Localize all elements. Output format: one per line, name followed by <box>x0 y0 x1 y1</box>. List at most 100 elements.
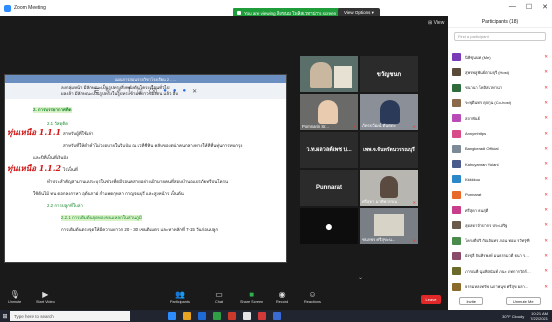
participant-name: ธรรมหลงทรัพ นภาพนุช ศรีสุข ผลา... <box>465 284 529 289</box>
mic-muted-icon[interactable]: ✕ <box>544 222 548 228</box>
excel-app-icon[interactable] <box>213 312 221 320</box>
app-icon[interactable] <box>273 312 281 320</box>
participant-search-input[interactable]: Find a participant <box>454 32 546 41</box>
reactions-button[interactable]: ☺ Reactions <box>304 290 321 304</box>
mic-muted-icon[interactable]: ✕ <box>544 131 548 137</box>
minimize-button[interactable]: — <box>509 3 516 11</box>
doc-line: การเติมต้นตรงจุดให้มีความยาวก 20 - 30 เซ… <box>61 227 218 232</box>
participant-row[interactable]: ผังชุลี จันทิรพงษ์ มนธรรมวดี ธนา รวัทรุ่… <box>452 250 550 262</box>
weather-status[interactable]: 30°F Cloudy <box>502 314 524 319</box>
doc-subheading: 2.2 การปลูกที่ใบล่า <box>47 203 83 208</box>
mic-muted-icon[interactable]: ✕ <box>544 85 548 91</box>
participant-row[interactable]: ภารณพี ฉุมพิสนันท์ ภนะ ภทการวัตร์ ภ.วัดใ… <box>452 265 550 277</box>
doc-line: สาหรับที่ให้ตำคำไม่วงอบายในริแป๋ม ณ เวที… <box>63 143 243 148</box>
mic-muted-icon[interactable]: ✕ <box>544 238 548 244</box>
video-tile[interactable]: ภัทรปวัฒน์ ตันตดะ ✕ <box>360 94 418 130</box>
video-tile[interactable]: ขวัญชนก <box>360 56 418 92</box>
video-tile[interactable]: ว.ท.ผลวลต์เพช บ... <box>300 132 358 168</box>
video-tile[interactable]: ศรีสุดา มาทิพวรรณ ✕ <box>360 170 418 206</box>
mic-muted-icon[interactable]: ✕ <box>544 192 548 198</box>
taskbar-search-input[interactable]: Type here to search <box>10 311 130 321</box>
mic-muted-icon[interactable]: ✕ <box>544 54 548 60</box>
video-tile[interactable]: ชนกพร ศรีสุขะน... ✕ <box>360 208 418 244</box>
participant-row[interactable]: โครงดีปริ กัณจันทร ภอน ทอม รวัทรุ่ฑิ ✕ <box>452 235 550 247</box>
share-screen-button[interactable]: ■ Share Screen <box>240 290 263 304</box>
pdf-app-icon[interactable] <box>258 312 266 320</box>
participant-row[interactable]: ระพุตินทร ดุจกุน (Co-host) ✕ <box>452 97 550 109</box>
participant-row[interactable]: ศรีสุดา ธนสุดี ✕ <box>452 204 550 216</box>
participants-panel: Participants (18) Find a participant นิพ… <box>448 16 552 310</box>
mic-muted-icon[interactable]: ✕ <box>544 69 548 75</box>
mic-muted-icon[interactable]: ✕ <box>544 284 548 290</box>
tile-label: ขวัญชนก <box>376 72 402 78</box>
participant-row[interactable]: นิพิชุนนท (Me) ✕ <box>452 51 550 63</box>
mic-muted-icon[interactable]: ✕ <box>544 207 548 213</box>
avatar <box>452 68 461 77</box>
mic-muted-icon[interactable]: ✕ <box>544 253 548 259</box>
zoom-app-icon[interactable] <box>168 312 176 320</box>
windows-taskbar: ⊞ Type here to search 30°F Cloudy 10:21 … <box>0 310 552 322</box>
participant-row[interactable]: Kahuyanran Yulani ✕ <box>452 158 550 170</box>
participant-row[interactable]: สถาพันธ์ ✕ <box>452 112 550 124</box>
close-button[interactable]: ✕ <box>542 3 548 11</box>
mic-muted-icon[interactable]: ✕ <box>544 161 548 167</box>
leave-button[interactable]: Leave <box>421 295 441 304</box>
participant-row[interactable]: Annymhttps ✕ <box>452 128 550 140</box>
clock-date[interactable]: 7/22/2021 <box>530 316 548 321</box>
zoom-logo-icon <box>4 4 11 12</box>
word-app-icon[interactable] <box>198 312 206 320</box>
powerpoint-app-icon[interactable] <box>228 312 236 320</box>
tile-name: ศรีสุดา มาทิพวรรณ <box>362 199 398 204</box>
participant-row[interactable]: Punnarat ✕ <box>452 189 550 201</box>
avatar <box>452 190 461 199</box>
doc-line: สาหรับผู้ที่ใช้เล่า <box>63 131 94 136</box>
avatar <box>452 144 461 153</box>
mic-muted-icon[interactable]: ✕ <box>544 115 548 121</box>
mic-muted-icon: ✕ <box>412 200 416 205</box>
participants-label: Participants <box>170 300 190 304</box>
maximize-button[interactable]: ☐ <box>526 3 532 11</box>
start-video-label: Start Video <box>36 300 55 304</box>
mic-muted-icon[interactable]: ✕ <box>544 268 548 274</box>
video-tile[interactable] <box>300 56 358 92</box>
more-tiles-chevron-icon[interactable]: ⌄ <box>358 274 363 281</box>
record-button[interactable]: ◉ Record <box>276 290 288 304</box>
windows-start-icon[interactable]: ⊞ <box>0 310 10 322</box>
video-tile[interactable]: Pornnarin Sr... ✕ <box>300 94 358 130</box>
chat-button[interactable]: ▭ Chat <box>215 290 223 304</box>
color-dot-icon[interactable]: ● <box>182 88 186 94</box>
chrome-app-icon[interactable] <box>243 312 251 320</box>
participant-row[interactable]: สุพรพลูพันธ์ตามจุรี (Host) ✕ <box>452 66 550 78</box>
start-video-button[interactable]: ▶ Start Video <box>36 290 55 304</box>
participant-row[interactable]: สุดสดาจำปากร ประเสริฐ ✕ <box>452 219 550 231</box>
video-tile[interactable]: เพพ.จ.จันทรัตนวรรณบุรี <box>360 132 418 168</box>
unmute-button[interactable]: 🎙 Unmute <box>8 290 21 304</box>
participant-name: นิพิชุนนท (Me) <box>465 54 491 60</box>
participant-row[interactable]: Kkkkkuu ✕ <box>452 173 550 185</box>
file-explorer-icon[interactable] <box>183 312 191 320</box>
video-tile[interactable]: ● <box>300 208 358 244</box>
participant-row[interactable]: ชนานา โพลิสเวทาน่า ✕ <box>452 82 550 94</box>
participant-name: โครงดีปริ กัณจันทร ภอน ทอม รวัทรุ่ฑิ <box>465 238 530 244</box>
mic-muted-icon[interactable]: ✕ <box>544 100 548 106</box>
close-toolbar-icon[interactable]: ✕ <box>192 88 197 95</box>
participant-name: สถาพันธ์ <box>465 115 480 121</box>
participant-row[interactable]: ธรรมหลงทรัพ นภาพนุช ศรีสุข ผลา... ✕ <box>452 281 550 293</box>
mic-muted-icon[interactable]: ✕ <box>544 146 548 152</box>
doc-heading: 2. การบรรยากาศติด <box>33 107 72 113</box>
participant-photo <box>310 62 332 88</box>
unmute-label: Unmute <box>8 300 22 304</box>
participants-button[interactable]: 👥 Participants <box>170 290 190 304</box>
window-controls: — ☐ ✕ <box>509 3 548 11</box>
participant-row[interactable]: Bangkeradi Official ✕ <box>452 143 550 155</box>
avatar <box>452 221 461 230</box>
invite-button[interactable]: Invite <box>459 297 483 305</box>
taskbar-apps <box>168 312 281 320</box>
view-button[interactable]: ⊞ View <box>428 20 444 26</box>
avatar <box>452 160 461 169</box>
participant-name: ภารณพี ฉุมพิสนันท์ ภนะ ภทการวัตร์ ภ.วัดใ <box>465 268 531 274</box>
unmute-me-button[interactable]: Unmute Me <box>505 297 541 305</box>
mic-muted-icon[interactable]: ✕ <box>544 176 548 182</box>
video-tile[interactable]: Punnarat <box>300 170 358 206</box>
document-title: แผนการสอนรายวิชาโรงเรียน 2 - ... <box>114 76 177 82</box>
